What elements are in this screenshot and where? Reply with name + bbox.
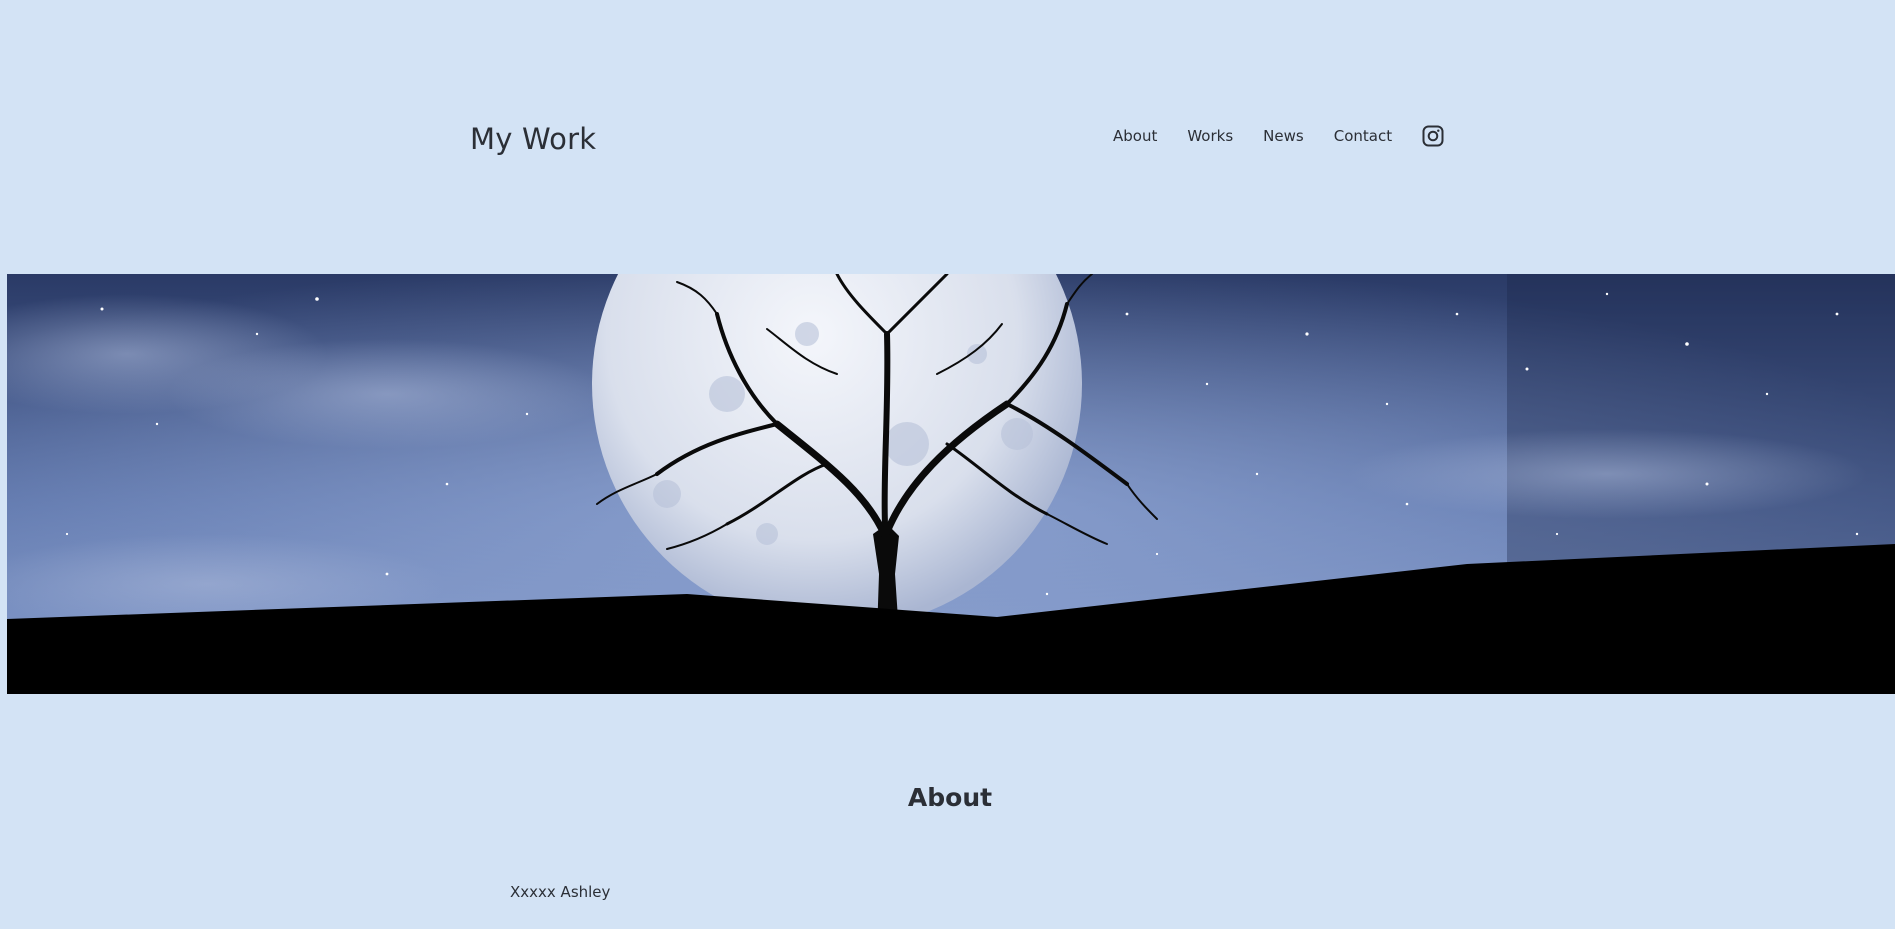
nav-link-about[interactable]: About [1113,122,1157,150]
instagram-icon[interactable] [1422,125,1444,147]
main-nav: About Works News Contact [1113,122,1444,150]
about-heading: About [907,783,993,812]
site-title[interactable]: My Work [470,119,596,159]
nav-link-works[interactable]: Works [1187,122,1233,150]
hero-image [7,274,1895,694]
nav-link-news[interactable]: News [1263,122,1304,150]
page: My Work About Works News Contact About X… [0,0,1895,929]
nav-link-contact[interactable]: Contact [1334,122,1392,150]
about-name-text: Xxxxx Ashley [510,883,611,901]
